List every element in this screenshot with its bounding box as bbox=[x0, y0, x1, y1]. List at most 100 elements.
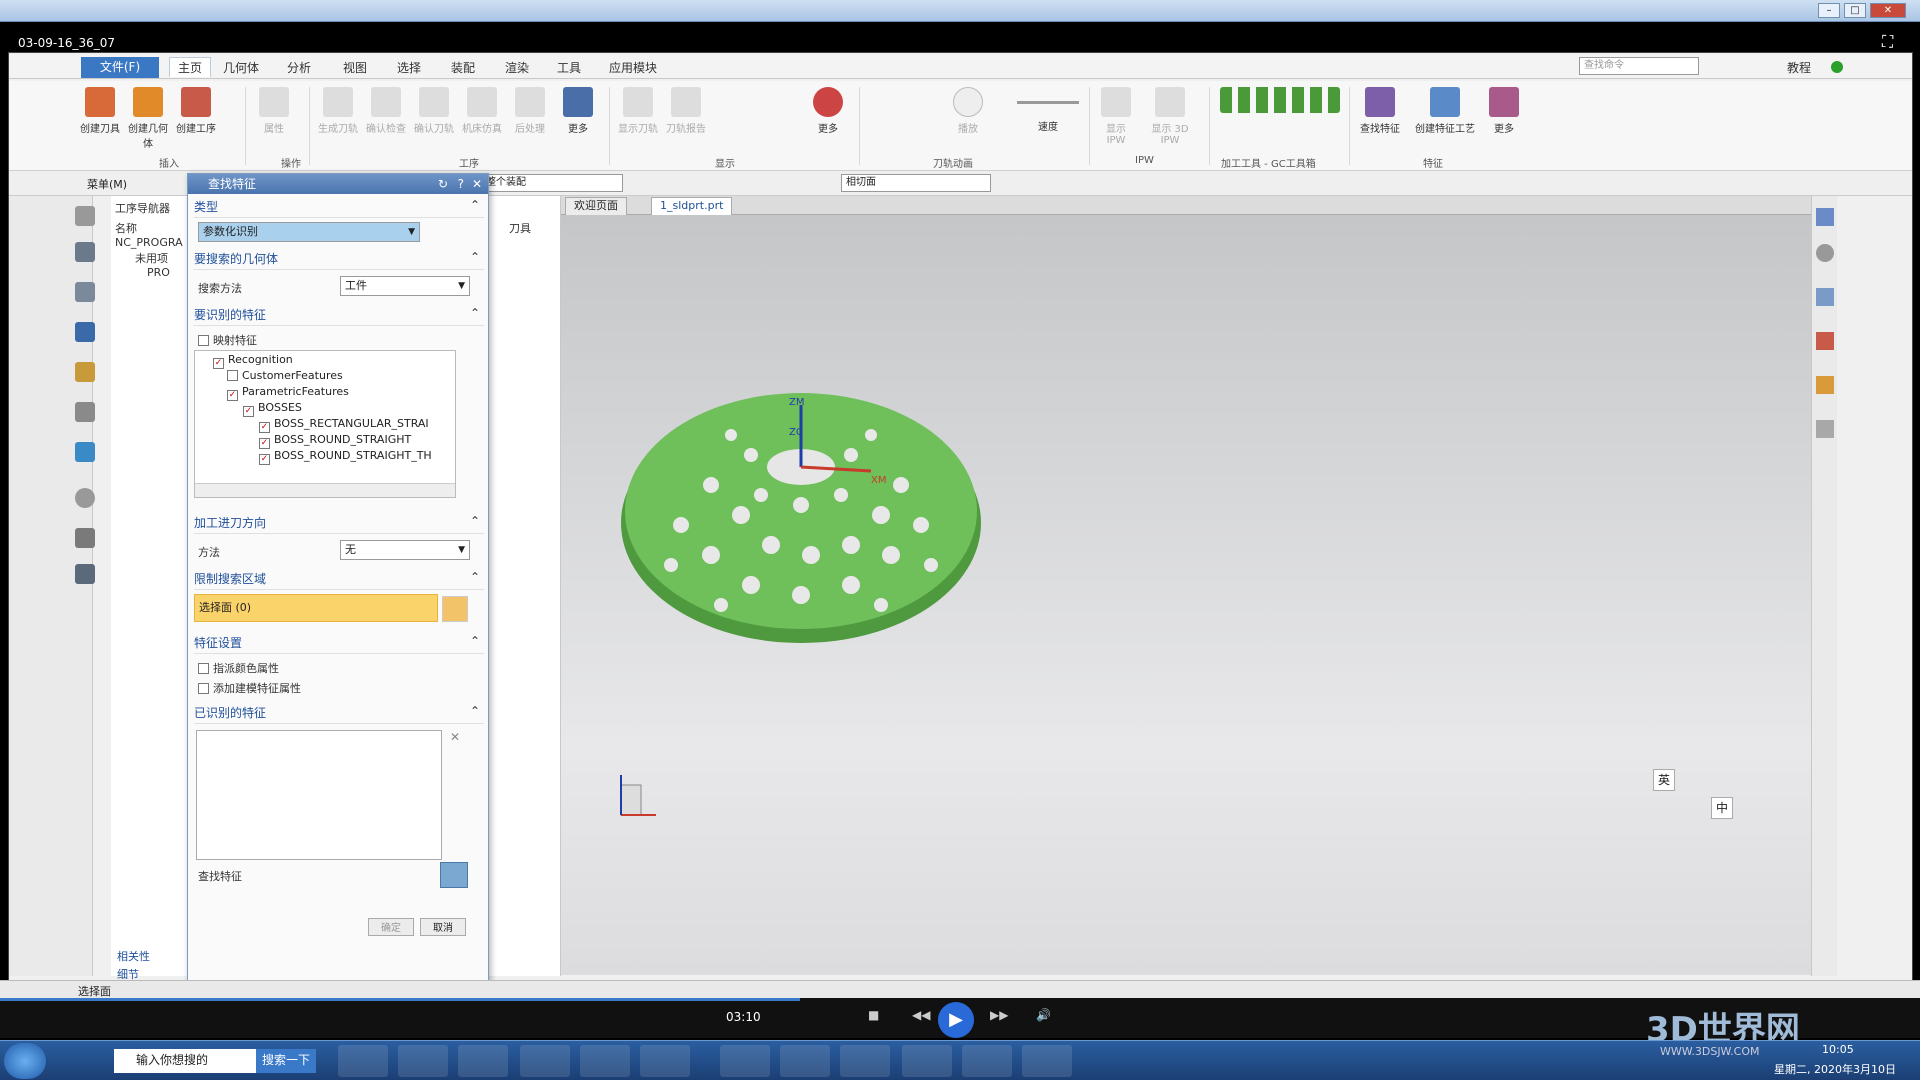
snap-filter-select[interactable]: 相切面 bbox=[841, 174, 991, 192]
layer-icon[interactable] bbox=[1816, 288, 1834, 306]
assembly-navigator-icon[interactable] bbox=[75, 282, 95, 302]
ime-toolbar[interactable]: 英 bbox=[1653, 769, 1676, 791]
tree-item[interactable]: ✓ Recognition bbox=[213, 353, 293, 369]
ime-toolbar-2[interactable]: 中 bbox=[1711, 797, 1734, 819]
tab-analysis[interactable]: 分析 bbox=[287, 59, 311, 76]
create-feature-process-button[interactable]: 创建特征工艺 bbox=[1413, 87, 1477, 135]
tab-part[interactable]: 1_sldprt.prt bbox=[651, 197, 733, 215]
horizontal-scrollbar[interactable] bbox=[195, 483, 455, 497]
tree-item[interactable]: ✓ ParametricFeatures bbox=[227, 385, 349, 401]
more-features-button[interactable]: 更多 bbox=[1483, 87, 1525, 135]
history-icon[interactable] bbox=[75, 488, 95, 508]
maximize-button[interactable]: □ bbox=[1844, 3, 1866, 18]
verify-toolpath-button[interactable]: 确认刀轨 bbox=[413, 87, 455, 135]
geometry-section[interactable]: 要搜索的几何体 ⌃ bbox=[194, 250, 484, 270]
tool-icon[interactable] bbox=[580, 1045, 630, 1077]
view-icon[interactable] bbox=[1816, 208, 1834, 226]
generate-toolpath-button[interactable]: 生成刀轨 bbox=[317, 87, 359, 135]
find-feature-button[interactable]: 查找特征 bbox=[1359, 87, 1401, 135]
speed-slider[interactable]: 速度 bbox=[1013, 87, 1083, 133]
assembly-filter-select[interactable]: 整个装配 bbox=[481, 174, 623, 192]
type-section[interactable]: 类型 ⌃ bbox=[194, 198, 484, 218]
tree-item[interactable]: CustomerFeatures bbox=[227, 369, 343, 382]
assign-color-checkbox[interactable]: 指派颜色属性 bbox=[198, 660, 279, 676]
tutorial-link[interactable]: 教程 bbox=[1787, 59, 1811, 76]
model-canvas[interactable]: ZM ZC XM bbox=[561, 215, 1811, 975]
tool-icon[interactable] bbox=[1816, 376, 1834, 394]
app-icon[interactable] bbox=[338, 1045, 388, 1077]
tree-item[interactable]: ✓ BOSS_RECTANGULAR_STRAI bbox=[259, 417, 429, 433]
cancel-button[interactable]: 取消 bbox=[420, 918, 466, 936]
volume-icon[interactable]: 🔊 bbox=[1036, 1008, 1051, 1022]
app-icon[interactable] bbox=[720, 1045, 770, 1077]
verify-check-button[interactable]: 确认检查 bbox=[365, 87, 407, 135]
app-icon[interactable] bbox=[1022, 1045, 1072, 1077]
folder-icon[interactable] bbox=[640, 1045, 690, 1077]
operation-navigator-icon[interactable] bbox=[75, 322, 95, 342]
show-ipw-button[interactable]: 显示 IPW bbox=[1095, 87, 1137, 146]
tree-item[interactable]: ✓ BOSS_ROUND_STRAIGHT_TH bbox=[259, 449, 432, 465]
web-browser-icon[interactable] bbox=[75, 442, 95, 462]
hide-icon[interactable] bbox=[1816, 420, 1834, 438]
found-features-section[interactable]: 已识别的特征 ⌃ bbox=[194, 704, 484, 724]
find-features-icon[interactable] bbox=[440, 862, 468, 888]
nx-icon[interactable] bbox=[840, 1045, 890, 1077]
feature-tree[interactable]: ✓ Recognition CustomerFeatures ✓ Parametri… bbox=[194, 350, 456, 498]
settings-icon[interactable] bbox=[75, 206, 95, 226]
toolpath-report-button[interactable]: 刀轨报告 bbox=[665, 87, 707, 135]
tab-applications[interactable]: 应用模块 bbox=[609, 59, 657, 76]
limit-section[interactable]: 限制搜索区域 ⌃ bbox=[194, 570, 484, 590]
forward-icon[interactable]: ▶▶ bbox=[990, 1008, 1008, 1022]
part-navigator-icon[interactable] bbox=[75, 242, 95, 262]
direction-section[interactable]: 加工进刀方向 ⌃ bbox=[194, 514, 484, 534]
features-section[interactable]: 要识别的特征 ⌃ bbox=[194, 306, 484, 326]
delete-icon[interactable]: ✕ bbox=[450, 730, 460, 744]
calculator-icon[interactable] bbox=[520, 1045, 570, 1077]
reuse-library-icon[interactable] bbox=[75, 564, 95, 584]
search-method-dropdown[interactable]: 工件 ▼ bbox=[340, 276, 470, 296]
method-dropdown[interactable]: 无 ▼ bbox=[340, 540, 470, 560]
command-search-input[interactable]: 查找命令 bbox=[1579, 57, 1699, 75]
tools-icon[interactable] bbox=[75, 528, 95, 548]
found-features-list[interactable] bbox=[196, 730, 442, 860]
add-modeling-checkbox[interactable]: 添加建模特征属性 bbox=[198, 680, 301, 696]
tab-render[interactable]: 渲染 bbox=[505, 59, 529, 76]
nc-program-node[interactable]: NC_PROGRA bbox=[115, 236, 183, 249]
tab-view[interactable]: 视图 bbox=[343, 59, 367, 76]
search-input[interactable]: 输入你想搜的 bbox=[114, 1049, 256, 1073]
tab-geometry[interactable]: 几何体 bbox=[223, 59, 259, 76]
show-3d-ipw-button[interactable]: 显示 3D IPW bbox=[1145, 87, 1195, 146]
type-dropdown[interactable]: 参数化识别 ▼ bbox=[198, 222, 420, 242]
select-face-icon[interactable] bbox=[442, 596, 468, 622]
machine-tool-icon[interactable] bbox=[75, 362, 95, 382]
display-toolpath-button[interactable]: 显示刀轨 bbox=[617, 87, 659, 135]
nx-icon[interactable] bbox=[458, 1045, 508, 1077]
rewind-icon[interactable]: ◀◀ bbox=[912, 1008, 930, 1022]
graphics-viewport[interactable]: ZM ZC XM bbox=[561, 215, 1811, 975]
unused-node[interactable]: 未用项 bbox=[135, 250, 168, 266]
gc-toolbox-grid[interactable] bbox=[1215, 87, 1345, 127]
ok-button[interactable]: 确定 bbox=[368, 918, 414, 936]
mapped-features-checkbox[interactable]: 映射特征 bbox=[198, 332, 257, 348]
start-button[interactable] bbox=[4, 1043, 46, 1079]
ie-icon[interactable] bbox=[398, 1045, 448, 1077]
properties-button[interactable]: 属性 bbox=[253, 87, 295, 135]
tab-tools[interactable]: 工具 bbox=[557, 59, 581, 76]
select-face-field[interactable]: 选择面 (0) bbox=[194, 594, 438, 622]
stop-icon[interactable]: ■ bbox=[868, 1008, 879, 1022]
help-icon[interactable] bbox=[1816, 244, 1834, 262]
postprocess-button[interactable]: 后处理 bbox=[509, 87, 551, 135]
app-icon[interactable] bbox=[780, 1045, 830, 1077]
file-tab[interactable]: 文件(F) bbox=[81, 57, 159, 78]
close-dialog-icon[interactable]: ✕ bbox=[472, 174, 482, 194]
play-button[interactable]: ▶ bbox=[938, 1002, 974, 1038]
player-icon[interactable] bbox=[962, 1045, 1012, 1077]
fullscreen-icon[interactable]: ⛶ bbox=[1882, 32, 1893, 52]
tab-select[interactable]: 选择 bbox=[397, 59, 421, 76]
more-display-button[interactable]: 更多 bbox=[807, 87, 849, 135]
settings-section[interactable]: 特征设置 ⌃ bbox=[194, 634, 484, 654]
video-progress[interactable] bbox=[0, 998, 800, 1001]
tab-assembly[interactable]: 装配 bbox=[451, 59, 475, 76]
help-icon[interactable]: ? bbox=[458, 174, 464, 194]
tree-item[interactable]: ✓ BOSS_ROUND_STRAIGHT bbox=[259, 433, 411, 449]
